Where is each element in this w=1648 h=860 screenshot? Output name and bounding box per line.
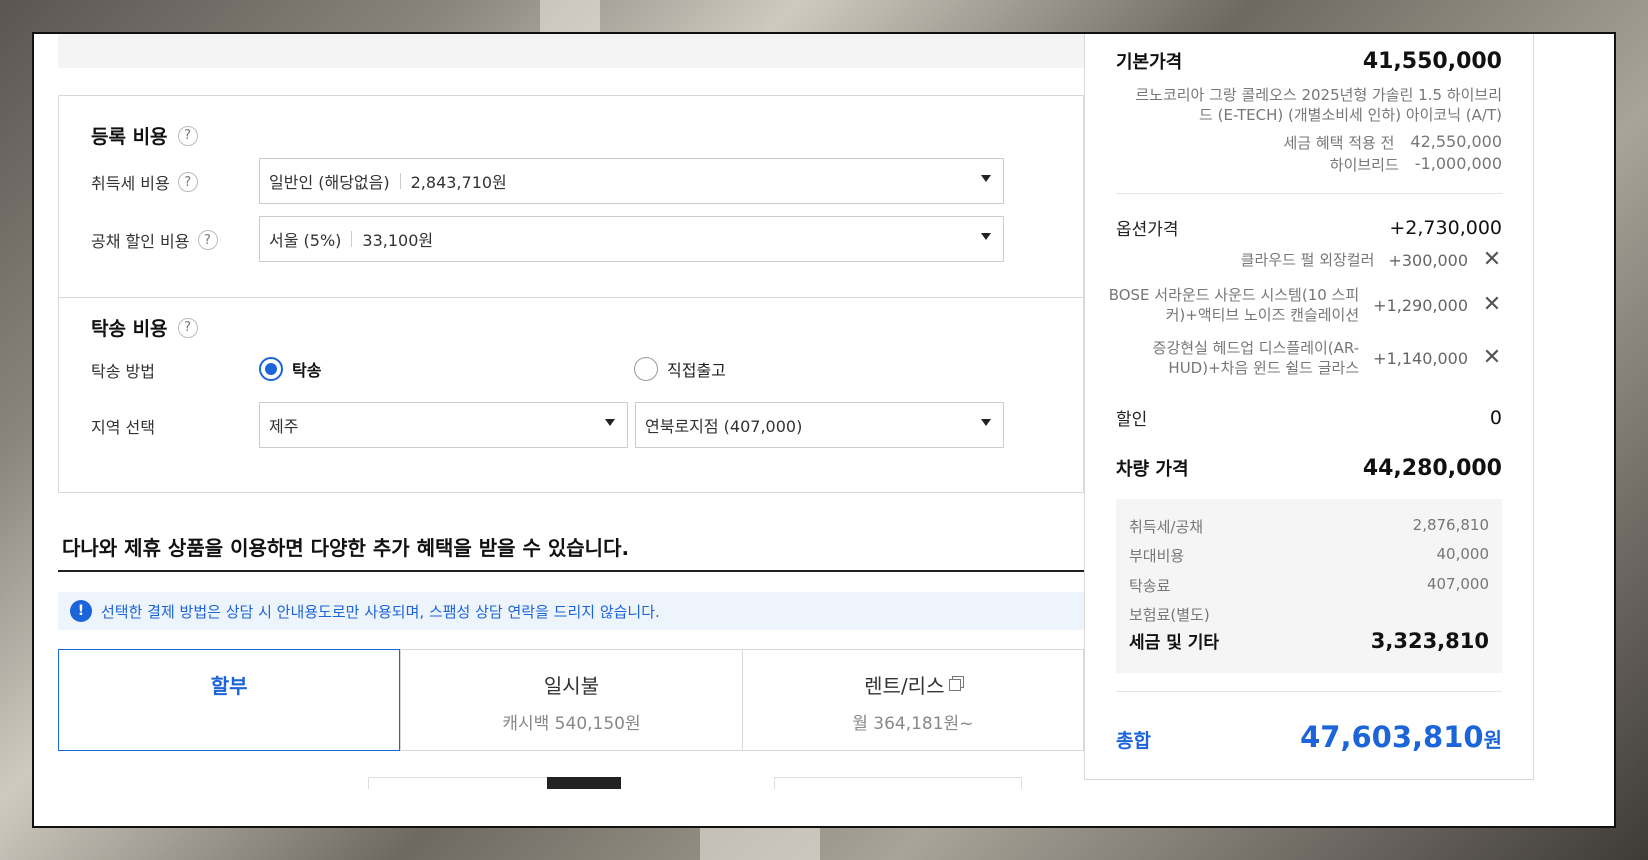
region-label: 지역 선택: [91, 418, 155, 437]
divider: [351, 231, 353, 247]
dropdown-arrow-icon: [605, 419, 615, 426]
radio-delivery[interactable]: 탁송: [259, 357, 321, 381]
price-calculator-page: 등록 비용 ? 취득세 비용 ? 일반인 (해당없음) 2,843,710원 공…: [32, 32, 1616, 828]
radio-unchecked-icon: [634, 357, 658, 381]
tab-installment[interactable]: 할부: [58, 649, 401, 751]
help-icon[interactable]: ?: [177, 317, 198, 338]
background-photo-bottom: [700, 828, 820, 860]
external-link-icon: [949, 679, 962, 691]
bond-discount-select[interactable]: 서울 (5%) 33,100원: [259, 216, 1004, 262]
tab-lump-sum[interactable]: 일시불 캐시백 540,150원: [400, 650, 741, 750]
top-strip: [58, 32, 1084, 68]
help-icon[interactable]: ?: [197, 230, 218, 250]
bottom-control-left[interactable]: [368, 777, 548, 789]
option-item: 클라우드 펄 외장컬러 +300,000 ✕: [1240, 247, 1502, 272]
trim-description: 르노코리아 그랑 콜레오스 2025년형 가솔린 1.5 하이브리드 (E-TE…: [1135, 86, 1502, 124]
option-price-row: 옵션가격 +2,730,000: [1116, 216, 1502, 241]
info-icon: !: [70, 600, 92, 622]
radio-checked-icon: [259, 357, 283, 381]
divider: [1116, 691, 1502, 692]
tax-total-row: 세금 및 기타 3,323,810: [1129, 628, 1489, 654]
remove-option-icon[interactable]: ✕: [1482, 347, 1502, 369]
section-divider: [59, 297, 1083, 298]
remove-option-icon[interactable]: ✕: [1482, 249, 1502, 271]
background-photo: [540, 0, 600, 32]
grand-total-row: 총합 47,603,810원: [1116, 720, 1502, 754]
dropdown-arrow-icon: [981, 233, 991, 240]
tax-row: 취득세/공채 2,876,810: [1129, 516, 1489, 536]
region-select[interactable]: 제주: [259, 402, 628, 448]
tax-row: 보험료(별도): [1129, 606, 1210, 624]
help-icon[interactable]: ?: [177, 125, 198, 146]
tax-breakdown: 취득세/공채 2,876,810 부대비용 40,000 탁송료 407,000…: [1116, 499, 1502, 673]
hybrid-discount-row: 하이브리드 -1,000,000: [1329, 154, 1502, 174]
promo-divider: [58, 570, 1084, 572]
discount-row: 할인 0: [1116, 406, 1502, 431]
dropdown-arrow-icon: [981, 175, 991, 182]
bottom-control-active[interactable]: [547, 777, 621, 789]
pre-tax-row: 세금 혜택 적용 전 42,550,000: [1283, 132, 1502, 152]
divider: [1116, 193, 1502, 194]
tax-row: 부대비용 40,000: [1129, 545, 1489, 565]
vehicle-price-row: 차량 가격 44,280,000: [1116, 455, 1502, 481]
delivery-method-label: 탁송 방법: [91, 362, 155, 381]
delivery-section-title: 탁송 비용 ?: [91, 314, 198, 341]
price-summary-panel: 기본가격 41,550,000 르노코리아 그랑 콜레오스 2025년형 가솔린…: [1084, 32, 1534, 780]
option-item: BOSE 서라운드 사운드 시스템(10 스피커)+액티브 노이즈 캔슬레이션 …: [1108, 286, 1502, 324]
base-price-row: 기본가격 41,550,000: [1116, 48, 1502, 74]
dropdown-arrow-icon: [981, 419, 991, 426]
acquisition-tax-label: 취득세 비용 ?: [91, 170, 198, 194]
bottom-control-right[interactable]: [774, 777, 1022, 789]
registration-section-title: 등록 비용 ?: [91, 122, 198, 149]
tab-rent-lease[interactable]: 렌트/리스 월 364,181원~: [741, 650, 1083, 750]
cost-form-panel: 등록 비용 ? 취득세 비용 ? 일반인 (해당없음) 2,843,710원 공…: [58, 95, 1084, 493]
bond-discount-label: 공채 할인 비용 ?: [91, 228, 218, 252]
remove-option-icon[interactable]: ✕: [1482, 294, 1502, 316]
payment-notice: ! 선택한 결제 방법은 상담 시 안내용도로만 사용되며, 스팸성 상담 연락…: [58, 592, 1084, 630]
divider: [399, 173, 401, 189]
option-item: 증강현실 헤드업 디스플레이(AR-HUD)+차음 윈드 쉴드 글라스 +1,1…: [1152, 339, 1502, 377]
branch-select[interactable]: 연북로지점 (407,000): [635, 402, 1004, 448]
promo-title: 다나와 제휴 상품을 이용하면 다양한 추가 혜택을 받을 수 있습니다.: [62, 536, 630, 560]
radio-direct-release[interactable]: 직접출고: [634, 357, 726, 381]
acquisition-tax-select[interactable]: 일반인 (해당없음) 2,843,710원: [259, 158, 1004, 204]
help-icon[interactable]: ?: [177, 172, 198, 192]
tax-row: 탁송료 407,000: [1129, 575, 1489, 595]
payment-tabs: 할부 일시불 캐시백 540,150원 렌트/리스 월 364,181원~: [58, 649, 1084, 751]
